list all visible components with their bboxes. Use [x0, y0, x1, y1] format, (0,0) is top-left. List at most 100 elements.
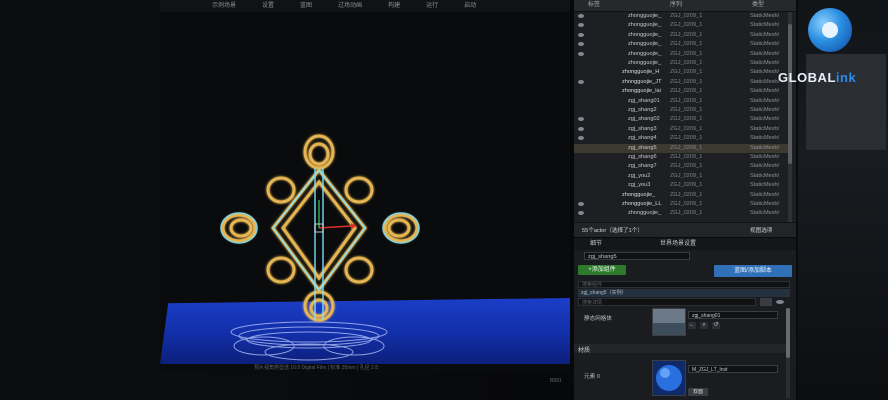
outliner-row-name: zgj_shang3 — [628, 125, 657, 132]
outliner-row[interactable]: zhongguojie_ ZGJ_0209_1 StaticMesh/ — [574, 191, 788, 200]
visibility-eye-icon[interactable] — [578, 117, 584, 122]
visibility-eye-icon[interactable] — [578, 42, 584, 47]
visibility-eye-icon[interactable] — [578, 51, 584, 56]
viewport-menubar: 示例场景 设置 蓝图 过场动画 构建 运行 启动 — [160, 0, 570, 12]
col-label[interactable]: 标签 — [588, 0, 600, 11]
tab-details[interactable]: 细节 — [590, 238, 602, 250]
visibility-eye-icon[interactable] — [578, 136, 584, 141]
outliner-row-type: StaticMesh/ — [750, 191, 780, 198]
search-details-input[interactable]: 搜索详情 — [578, 298, 756, 306]
details-scroll-thumb[interactable] — [786, 308, 790, 358]
outliner-row[interactable]: zhongguojie_ ZGJ_0209_1 StaticMesh/ — [574, 50, 788, 59]
outliner-row-folder: ZGJ_0209_1 — [670, 210, 703, 217]
static-mesh-thumbnail[interactable] — [652, 308, 686, 336]
outliner-row-folder: ZGJ_0209_1 — [670, 13, 703, 19]
blueprint-script-button[interactable]: 蓝图/添加脚本 — [714, 265, 792, 277]
outliner-row-folder: ZGJ_0209_1 — [670, 88, 703, 95]
globallink-logo-text: GLOBALink — [778, 70, 857, 85]
outliner-row-folder: ZGJ_0209_1 — [670, 163, 703, 170]
outliner-row[interactable]: zhongguojie_ ZGJ_0209_1 StaticMesh/ — [574, 209, 788, 218]
visibility-eye-icon[interactable] — [578, 211, 584, 216]
search-icon[interactable]: ⌕ — [700, 322, 708, 329]
visibility-eye-icon[interactable] — [578, 202, 584, 206]
outliner-row[interactable]: zhongguojie_ ZGJ_0209_1 StaticMesh/ — [574, 31, 788, 40]
two-sided-dropdown[interactable]: 双面 — [688, 388, 708, 396]
menu-item-cinematics[interactable]: 过场动画 — [338, 0, 362, 12]
col-type[interactable]: 类型 — [752, 0, 764, 11]
outliner-scrollbar[interactable] — [788, 12, 792, 222]
search-components-input[interactable]: 搜索组件 — [578, 281, 790, 288]
outliner-row-name: zgj_shang02 — [628, 116, 660, 123]
outliner-row-name: zgj_shang6 — [628, 154, 657, 160]
outliner-row[interactable]: zgj_shang4 ZGJ_0209_1 StaticMesh/ — [574, 134, 788, 143]
outliner-footer: 55个actor（选择了1个） 视图选项 — [574, 222, 796, 237]
arrow-left-icon[interactable]: ← — [688, 322, 696, 329]
outliner-row[interactable]: zhongguojie_LL ZGJ_0209_1 StaticMesh/ — [574, 200, 788, 209]
outliner-row-type: StaticMesh/ — [750, 201, 780, 207]
view-options-button[interactable]: 视图选项 — [750, 226, 772, 234]
materials-section-bar[interactable] — [574, 344, 788, 353]
grid-view-icon[interactable] — [760, 298, 772, 306]
outliner-row[interactable]: zhongguojie_ ZGJ_0209_1 StaticMesh/ — [574, 59, 788, 68]
level-viewport[interactable]: 示例场景 设置 蓝图 过场动画 构建 运行 启动 预片视角类型选 16:9 Di… — [160, 0, 570, 372]
outliner-row[interactable]: zhongguojie_lai ZGJ_0209_1 StaticMesh/ — [574, 87, 788, 96]
visibility-eye-icon[interactable] — [578, 14, 584, 18]
outliner-row-name: zgj_shang2 — [628, 107, 657, 113]
outliner-row-folder: ZGJ_0209_1 — [670, 41, 703, 48]
menu-item-settings[interactable]: 设置 — [262, 0, 274, 12]
element-0-label: 元素 0 — [584, 374, 600, 380]
actor-name-field[interactable]: zgj_shang5 — [584, 252, 690, 260]
add-component-button[interactable]: +添加组件 — [578, 265, 626, 275]
menu-item-launch[interactable]: 启动 — [464, 0, 476, 12]
outliner-row[interactable]: zhongguojie_ ZGJ_0209_1 StaticMesh/ — [574, 12, 788, 21]
outliner-row-name: zgj_you2 — [628, 172, 651, 179]
tab-world-settings[interactable]: 世界场景设置 — [660, 238, 696, 250]
outliner-row[interactable]: zhongguojie_ ZGJ_0209_1 StaticMesh/ — [574, 21, 788, 30]
eye-icon[interactable] — [776, 300, 784, 304]
outliner-row[interactable]: zgj_shang5 ZGJ_0209_1 StaticMesh/ — [574, 143, 788, 153]
outliner-row[interactable]: zgj_shang7 ZGJ_0209_1 StaticMesh/ — [574, 162, 788, 171]
second-monitor — [798, 0, 888, 400]
col-hierarchy[interactable]: 序列 — [670, 0, 682, 11]
visibility-eye-icon[interactable] — [578, 126, 584, 131]
viewport-status: 预片视角类型选 16:9 Digital Film | 标准 35mm | 孔径… — [160, 364, 570, 372]
visibility-eye-icon[interactable] — [578, 79, 584, 84]
reset-icon[interactable]: ↺ — [712, 322, 720, 329]
component-row[interactable]: zgj_shang5（实例） — [578, 289, 790, 297]
menu-item-build[interactable]: 构建 — [388, 0, 400, 12]
outliner-row-name: zgj_shang4 — [628, 135, 657, 142]
visibility-eye-icon[interactable] — [578, 23, 584, 28]
outliner-row[interactable]: zhongguojie_JT ZGJ_0209_1 StaticMesh/ — [574, 78, 788, 87]
outliner-row[interactable]: zgj_shang02 ZGJ_0209_1 StaticMesh/ — [574, 115, 788, 124]
outliner-row-folder: ZGJ_0209_1 — [670, 78, 703, 85]
outliner-row[interactable]: zhongguojie_ ZGJ_0209_1 StaticMesh/ — [574, 40, 788, 49]
outliner-row-name: zhongguojie_ — [622, 191, 656, 198]
material-thumbnail[interactable] — [652, 360, 686, 396]
materials-section-title: 材质 — [578, 348, 591, 354]
outliner-row[interactable]: zgj_shang3 ZGJ_0209_1 StaticMesh/ — [574, 125, 788, 134]
menu-item-blueprint[interactable]: 蓝图 — [300, 0, 312, 12]
outliner-row-name: zgj_you3 — [628, 182, 651, 189]
chinese-knot-model[interactable] — [215, 130, 435, 330]
outliner-row[interactable]: zgj_shang01 ZGJ_0209_1 StaticMesh/ — [574, 97, 788, 106]
outliner-row-type: StaticMesh/ — [750, 144, 780, 151]
outliner-row[interactable]: zgj_shang6 ZGJ_0209_1 StaticMesh/ — [574, 153, 788, 162]
visibility-eye-icon[interactable] — [578, 32, 584, 37]
outliner-row[interactable]: zgj_you3 ZGJ_0209_1 StaticMesh/ — [574, 181, 788, 190]
outliner-row[interactable]: zgj_shang2 ZGJ_0209_1 StaticMesh/ — [574, 106, 788, 115]
static-mesh-value[interactable]: zgj_shang01 — [688, 311, 778, 319]
outliner-row-name: zhongguojie_ — [628, 60, 662, 66]
outliner-row-name: zhongguojie_ — [628, 41, 662, 48]
details-scrollbar[interactable] — [786, 308, 790, 398]
second-monitor-window — [806, 54, 886, 150]
menu-item-play[interactable]: 运行 — [426, 0, 438, 12]
menu-item-scene[interactable]: 示例场景 — [212, 0, 236, 12]
outliner-row-type: StaticMesh/ — [750, 135, 780, 142]
outliner-row[interactable]: zhongguojie_H ZGJ_0209_1 StaticMesh/ — [574, 68, 788, 77]
outliner-scroll-thumb[interactable] — [788, 24, 792, 164]
outliner-row-folder: ZGJ_0209_1 — [670, 201, 703, 207]
outliner-row[interactable]: zgj_you2 ZGJ_0209_1 StaticMesh/ — [574, 172, 788, 181]
outliner-row-type: StaticMesh/ — [750, 60, 780, 66]
material-value[interactable]: M_ZGJ_LT_Inst — [688, 365, 778, 373]
details-tabs: 细节 世界场景设置 — [574, 238, 796, 250]
